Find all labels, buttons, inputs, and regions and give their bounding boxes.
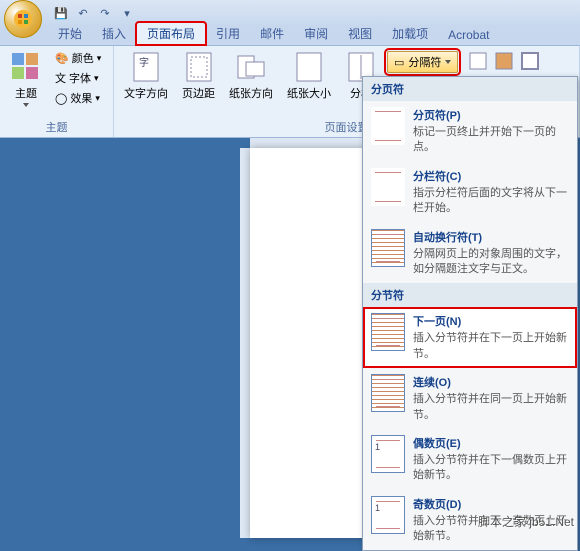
tab-mailings[interactable]: 邮件 bbox=[250, 23, 294, 45]
tab-references[interactable]: 引用 bbox=[206, 23, 250, 45]
continuous-desc: 插入分节符并在同一页上开始新节。 bbox=[413, 392, 569, 423]
themes-button[interactable]: 主题 bbox=[6, 49, 46, 109]
ribbon-tabs: 开始 插入 页面布局 引用 邮件 审阅 视图 加载项 Acrobat bbox=[0, 26, 580, 46]
tab-acrobat[interactable]: Acrobat bbox=[438, 26, 499, 45]
margins-icon bbox=[183, 51, 215, 83]
themes-label: 主题 bbox=[15, 85, 37, 101]
margins-label: 页边距 bbox=[182, 85, 215, 101]
theme-effects-label: 效果 bbox=[70, 90, 92, 106]
tab-page-layout[interactable]: 页面布局 bbox=[136, 22, 206, 45]
next-page-title: 下一页(N) bbox=[413, 313, 569, 329]
effects-icon: ◯ bbox=[55, 92, 67, 105]
orientation-icon bbox=[235, 51, 267, 83]
menu-header-page-breaks: 分页符 bbox=[363, 77, 577, 101]
document-page[interactable] bbox=[250, 148, 370, 538]
column-break-title: 分栏符(C) bbox=[413, 168, 569, 184]
menu-item-page-break[interactable]: 分页符(P) 标记一页终止并开始下一页的点。 bbox=[363, 101, 577, 162]
page-borders-icon[interactable] bbox=[520, 51, 540, 71]
wrap-break-icon bbox=[371, 229, 405, 267]
continuous-title: 连续(O) bbox=[413, 374, 569, 390]
breaks-icon: ▭ bbox=[394, 56, 404, 69]
breaks-label: 分隔符 bbox=[408, 54, 441, 70]
ruler-vertical bbox=[240, 148, 250, 538]
even-page-desc: 插入分节符并在下一偶数页上开始新节。 bbox=[413, 453, 569, 484]
quick-access-toolbar: 💾 ↶ ↷ ▾ bbox=[52, 4, 136, 22]
odd-page-icon bbox=[371, 496, 405, 534]
next-page-desc: 插入分节符并在下一页上开始新节。 bbox=[413, 331, 569, 362]
page-color-icon[interactable] bbox=[494, 51, 514, 71]
text-direction-label: 文字方向 bbox=[124, 85, 168, 101]
orientation-button[interactable]: 纸张方向 bbox=[225, 49, 277, 103]
wrap-break-title: 自动换行符(T) bbox=[413, 229, 569, 245]
size-icon bbox=[293, 51, 325, 83]
theme-colors-label: 颜色 bbox=[72, 50, 94, 66]
themes-icon bbox=[10, 51, 42, 83]
tab-view[interactable]: 视图 bbox=[338, 23, 382, 45]
page-break-desc: 标记一页终止并开始下一页的点。 bbox=[413, 125, 569, 156]
even-page-title: 偶数页(E) bbox=[413, 435, 569, 451]
size-label: 纸张大小 bbox=[287, 85, 331, 101]
watermark-text: 脚本之家 jb51.Net bbox=[478, 513, 574, 530]
redo-icon[interactable]: ↷ bbox=[96, 4, 114, 22]
theme-effects-button[interactable]: ◯效果▾ bbox=[52, 89, 104, 107]
watermark-icon[interactable] bbox=[468, 51, 488, 71]
menu-item-continuous[interactable]: 连续(O) 插入分节符并在同一页上开始新节。 bbox=[363, 368, 577, 429]
svg-text:字: 字 bbox=[139, 56, 149, 69]
tab-review[interactable]: 审阅 bbox=[294, 23, 338, 45]
save-icon[interactable]: 💾 bbox=[52, 4, 70, 22]
text-direction-icon: 字 bbox=[130, 51, 162, 83]
tab-insert[interactable]: 插入 bbox=[92, 23, 136, 45]
ruler-horizontal bbox=[250, 138, 370, 148]
continuous-icon bbox=[371, 374, 405, 412]
menu-item-column-break[interactable]: 分栏符(C) 指示分栏符后面的文字将从下一栏开始。 bbox=[363, 162, 577, 223]
breaks-button[interactable]: ▭ 分隔符 bbox=[387, 51, 458, 73]
page-break-title: 分页符(P) bbox=[413, 107, 569, 123]
fonts-icon: 文 bbox=[55, 70, 66, 86]
group-theme: 主题 🎨颜色▾ 文字体▾ ◯效果▾ 主题 bbox=[0, 46, 114, 137]
even-page-icon bbox=[371, 435, 405, 473]
chevron-down-icon bbox=[445, 60, 451, 64]
margins-button[interactable]: 页边距 bbox=[178, 49, 219, 103]
odd-page-title: 奇数页(D) bbox=[413, 496, 569, 512]
qat-dropdown-icon[interactable]: ▾ bbox=[118, 4, 136, 22]
next-page-icon bbox=[371, 313, 405, 351]
size-button[interactable]: 纸张大小 bbox=[283, 49, 335, 103]
theme-fonts-button[interactable]: 文字体▾ bbox=[52, 69, 104, 87]
undo-icon[interactable]: ↶ bbox=[74, 4, 92, 22]
tab-addins[interactable]: 加载项 bbox=[382, 23, 438, 45]
office-button[interactable] bbox=[4, 0, 42, 38]
group-theme-label: 主题 bbox=[6, 117, 107, 137]
menu-item-even-page[interactable]: 偶数页(E) 插入分节符并在下一偶数页上开始新节。 bbox=[363, 429, 577, 490]
breaks-dropdown-menu: 分页符 分页符(P) 标记一页终止并开始下一页的点。 分栏符(C) 指示分栏符后… bbox=[362, 76, 578, 551]
menu-header-section-breaks: 分节符 bbox=[363, 283, 577, 307]
page-break-icon bbox=[371, 107, 405, 145]
text-direction-button[interactable]: 字 文字方向 bbox=[120, 49, 172, 103]
chevron-down-icon bbox=[23, 103, 29, 107]
menu-item-wrap-break[interactable]: 自动换行符(T) 分隔网页上的对象周围的文字，如分隔题注文字与正文。 bbox=[363, 223, 577, 284]
tab-home[interactable]: 开始 bbox=[48, 23, 92, 45]
wrap-break-desc: 分隔网页上的对象周围的文字，如分隔题注文字与正文。 bbox=[413, 247, 569, 278]
column-break-icon bbox=[371, 168, 405, 206]
theme-fonts-label: 字体 bbox=[69, 70, 91, 86]
colors-icon: 🎨 bbox=[55, 52, 69, 65]
menu-item-next-page[interactable]: 下一页(N) 插入分节符并在下一页上开始新节。 bbox=[363, 307, 577, 368]
theme-colors-button[interactable]: 🎨颜色▾ bbox=[52, 49, 104, 67]
orientation-label: 纸张方向 bbox=[229, 85, 273, 101]
column-break-desc: 指示分栏符后面的文字将从下一栏开始。 bbox=[413, 186, 569, 217]
